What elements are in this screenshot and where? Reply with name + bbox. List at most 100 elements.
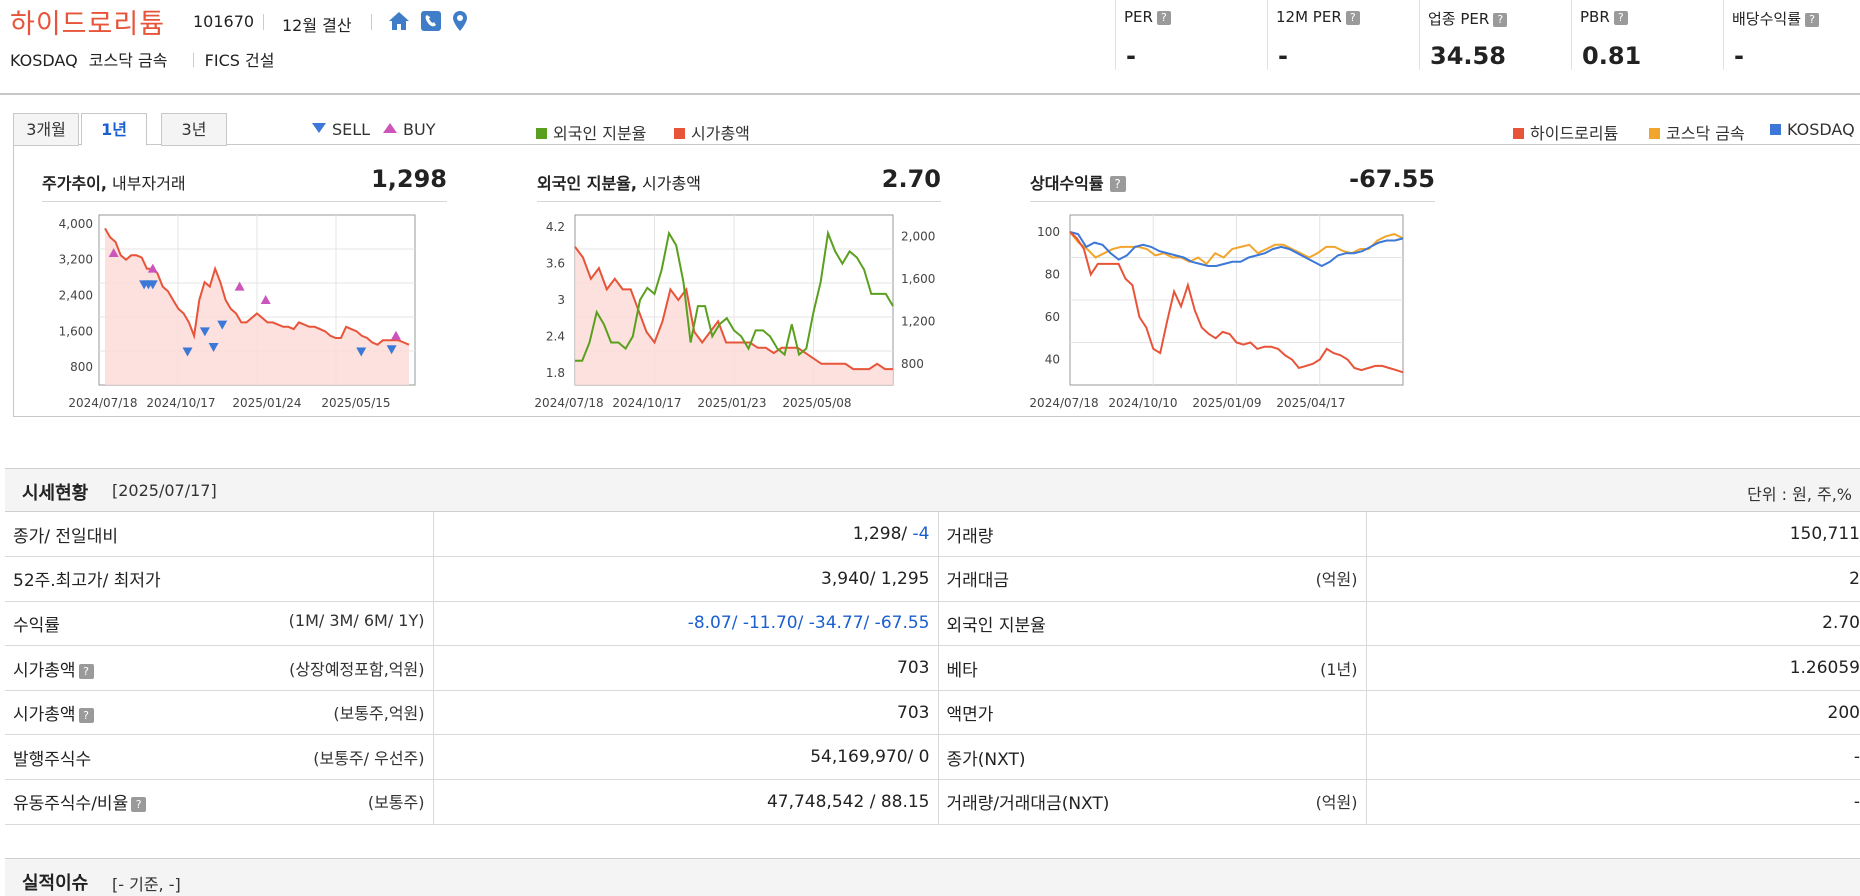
- y-tick-label: 4.2: [546, 220, 565, 234]
- row-value: 150,711: [1789, 524, 1860, 545]
- row-label: 거래량: [946, 526, 994, 547]
- legend-sell: SELL: [312, 120, 370, 139]
- settlement-month: 12월 결산: [282, 16, 352, 35]
- divider: [1030, 201, 1435, 202]
- x-tick-label: 2025/05/15: [321, 396, 390, 410]
- row-value-cell: 150,711: [1366, 512, 1860, 558]
- row-value: 54,169,970/ 0: [810, 747, 930, 768]
- help-icon[interactable]: ?: [78, 708, 94, 724]
- tab-3-years[interactable]: 3년: [161, 113, 227, 146]
- y-tick-label-right: 1,200: [901, 314, 935, 328]
- row-sublabel: (1년): [1320, 659, 1358, 679]
- row-label: 수익률: [13, 615, 60, 636]
- help-icon[interactable]: ?: [1156, 11, 1171, 25]
- unit-label: 단위 : 원, 주,%: [1747, 485, 1852, 504]
- metric-value: -: [1126, 42, 1136, 70]
- section-date: [2025/07/17]: [112, 481, 217, 500]
- help-icon[interactable]: ?: [1345, 11, 1360, 25]
- help-icon[interactable]: ?: [1109, 176, 1126, 192]
- row-value-cell: -8.07/ -11.70/ -34.77/ -67.55: [433, 601, 939, 647]
- tab-1-year[interactable]: 1년: [81, 113, 147, 146]
- legend-foreign-ratio: 외국인 지분율: [536, 120, 646, 144]
- section-title: 시세현황: [22, 483, 89, 504]
- row-value-change: -4: [912, 524, 930, 545]
- legend-label: SELL: [332, 120, 371, 139]
- tab-3-months[interactable]: 3개월: [13, 113, 79, 146]
- legend-label: 외국인 지분율: [553, 124, 647, 143]
- metric-label: PER: [1124, 8, 1153, 26]
- fics-sector: FICS 건설: [204, 51, 275, 70]
- stock-code: 101670: [193, 12, 255, 31]
- x-tick-label: 2025/01/24: [232, 396, 301, 410]
- table-row: 발행주식수 (보통주/ 우선주) 54,169,970/ 0 종가(NXT) -: [5, 734, 1860, 781]
- title-rest: 내부자거래: [106, 174, 186, 193]
- divider: [42, 201, 447, 202]
- y-tick-label: 1,600: [59, 324, 93, 338]
- relative-return-title: 상대수익률?: [1030, 170, 1126, 194]
- row-label-cell: 수익률 (1M/ 3M/ 6M/ 1Y): [5, 601, 434, 647]
- row-value: 703: [897, 702, 930, 723]
- foreign-ratio-chart[interactable]: 4.2 3.6 3 2.4 1.8 2,000 1,600 1,200 800 2024/07/1…: [534, 205, 945, 410]
- metric-sector-per: 업종 PER? 34.58: [1419, 0, 1571, 70]
- title-bold: 상대수익률: [1030, 174, 1104, 193]
- row-label: 발행주식수: [13, 749, 92, 770]
- row-value-cell: 200: [1366, 690, 1860, 736]
- phone-icon[interactable]: [420, 10, 442, 32]
- help-icon[interactable]: ?: [78, 663, 94, 679]
- x-tick-label: 2024/07/18: [1029, 396, 1098, 410]
- metric-label: 배당수익률: [1732, 10, 1802, 28]
- help-icon[interactable]: ?: [131, 797, 147, 813]
- y-tick-label: 2.4: [546, 329, 565, 343]
- section-title: 실적이슈: [22, 873, 89, 894]
- divider: [263, 14, 264, 30]
- help-icon[interactable]: ?: [1805, 13, 1820, 27]
- help-icon[interactable]: ?: [1493, 13, 1508, 27]
- metric-value: -: [1278, 42, 1288, 70]
- location-pin-icon[interactable]: [449, 10, 471, 32]
- row-label: 52주.최고가/ 최저가: [13, 571, 161, 592]
- relative-return-chart[interactable]: 100 80 60 40 2024/07/18 2024/10/10 2025/01/09 2…: [1029, 205, 1430, 410]
- y-tick-label: 3: [557, 293, 565, 307]
- row-label: 시가총액?: [13, 656, 94, 681]
- legend-label: 코스닥 금속: [1666, 124, 1745, 143]
- row-sublabel: (보통주,억원): [333, 704, 425, 724]
- y-tick-label: 3,200: [59, 253, 93, 267]
- row-label-cell: 거래량/거래대금(NXT) (억원): [938, 779, 1367, 825]
- legend-buy: BUY: [383, 120, 435, 139]
- y-tick-label: 3.6: [546, 257, 565, 271]
- metric-value: 0.81: [1582, 42, 1642, 70]
- row-value: 47,748,542 / 88.15: [766, 791, 930, 812]
- legend-swatch: [1513, 128, 1524, 139]
- y-tick-label: 1.8: [546, 366, 565, 380]
- row-sublabel: (보통주/ 우선주): [313, 748, 425, 768]
- row-label-cell: 종가/ 전일대비: [5, 512, 434, 558]
- row-value-cell: 54,169,970/ 0: [433, 734, 939, 781]
- row-value-cell: 703: [433, 690, 939, 736]
- row-value-change: -8.07/ -11.70/ -34.77/ -67.55: [687, 613, 930, 634]
- help-icon[interactable]: ?: [1613, 11, 1628, 25]
- legend-label: 시가총액: [691, 124, 750, 143]
- y-tick-label: 100: [1037, 225, 1060, 239]
- row-value-cell: 703: [433, 645, 939, 691]
- row-value-cell: -: [1366, 734, 1860, 781]
- price-chart-title: 주가추이, 내부자거래: [42, 170, 186, 194]
- price-chart[interactable]: 4,000 3,200 2,400 1,600 800 2024/07/18 2024/10…: [40, 205, 440, 410]
- metric-dividend-yield: 배당수익률? -: [1723, 0, 1860, 70]
- home-icon[interactable]: [388, 10, 410, 32]
- divider: [192, 53, 194, 67]
- y-tick-label-right: 2,000: [901, 229, 935, 243]
- metric-value: -: [1734, 42, 1744, 70]
- y-tick-label: 800: [70, 360, 93, 374]
- relative-return-value: -67.55: [1349, 165, 1435, 193]
- table-row: 시가총액? (상장예정포함,억원) 703 베타 (1년) 1.26059: [5, 645, 1860, 691]
- row-label-cell: 액면가: [938, 690, 1367, 736]
- metric-value: 34.58: [1430, 42, 1506, 70]
- x-tick-label: 2025/01/09: [1192, 396, 1261, 410]
- x-tick-label: 2024/07/18: [68, 396, 137, 410]
- x-tick-label: 2024/10/17: [612, 396, 681, 410]
- legend-swatch: [1770, 124, 1781, 135]
- row-sublabel: (상장예정포함,억원): [289, 659, 425, 679]
- y-tick-label: 4,000: [59, 217, 93, 231]
- title-rest: 시가총액: [636, 174, 701, 193]
- row-label-cell: 베타 (1년): [938, 645, 1367, 691]
